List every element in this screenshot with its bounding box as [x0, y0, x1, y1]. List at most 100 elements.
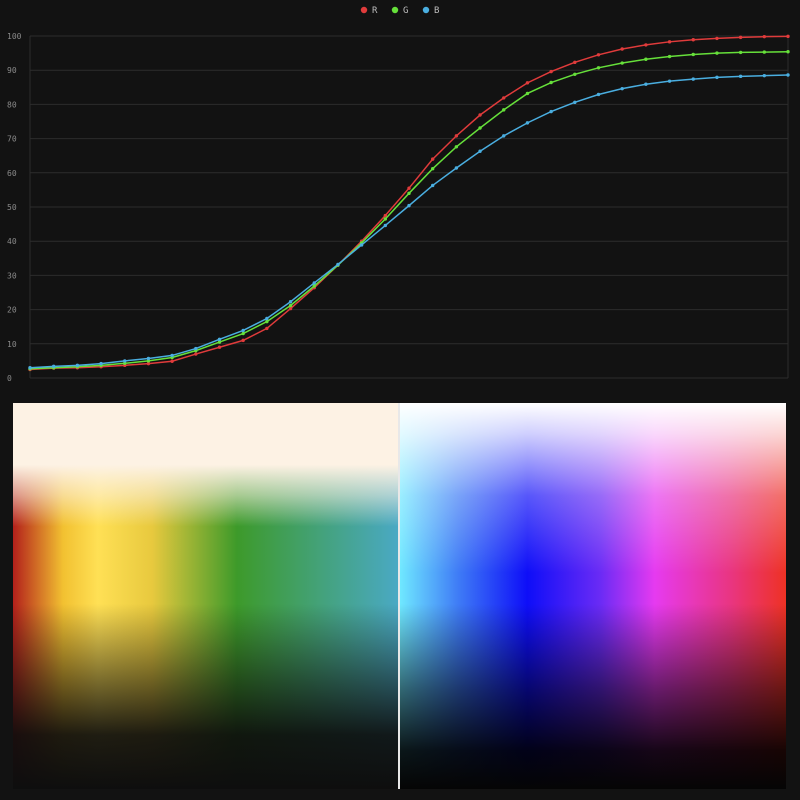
y-tick-label-100: 100 [7, 32, 22, 41]
data-point-b [265, 316, 269, 321]
legend-swatch-r [360, 6, 368, 14]
data-point-b [75, 363, 80, 368]
line-chart: R G B 0 10 20 30 40 50 60 70 80 90 100 [7, 6, 790, 383]
data-point-b [549, 109, 553, 114]
y-tick-label-50: 50 [7, 203, 17, 212]
data-point-g [407, 191, 411, 196]
data-point-g [738, 50, 743, 55]
data-point-b [51, 364, 56, 369]
data-point-r [241, 338, 245, 343]
data-point-b [123, 359, 127, 363]
gradient-map-left [13, 403, 399, 789]
data-point-g [288, 303, 293, 308]
series-line-b [29, 74, 789, 369]
data-point-b [786, 73, 790, 77]
data-point-g [667, 54, 672, 59]
data-point-b [620, 86, 624, 91]
data-point-g [573, 72, 577, 77]
data-point-b [644, 82, 648, 86]
data-point-g [715, 51, 719, 55]
data-point-r [217, 345, 222, 349]
y-tick-label-70: 70 [7, 135, 17, 144]
data-point-b [738, 74, 743, 79]
y-tick-label-20: 20 [7, 306, 17, 315]
data-point-g [430, 166, 435, 171]
data-point-b [312, 281, 316, 285]
data-point-r [644, 43, 648, 47]
data-point-g [644, 57, 648, 61]
data-point-b [667, 79, 672, 83]
data-point-r [502, 96, 506, 100]
data-point-g [691, 52, 695, 57]
data-point-b [383, 223, 388, 228]
legend-swatch-b [422, 6, 430, 14]
data-point-r [786, 34, 790, 39]
data-point-g [549, 80, 553, 85]
data-point-g [502, 108, 506, 112]
series-line-r [29, 35, 789, 371]
data-point-b [478, 149, 482, 153]
data-point-r [170, 359, 174, 363]
data-point-b [194, 346, 198, 351]
data-point-b [288, 300, 293, 304]
data-point-b [502, 134, 506, 138]
data-point-b [596, 92, 601, 97]
data-point-b [359, 243, 364, 247]
legend-swatch-g [391, 6, 399, 14]
data-point-r [738, 35, 743, 40]
chart-series [28, 34, 790, 372]
y-tick-label-0: 0 [7, 374, 12, 383]
data-point-b [241, 328, 245, 333]
legend-item-g[interactable]: G [391, 6, 409, 16]
y-tick-label-10: 10 [7, 340, 17, 349]
data-point-g [762, 50, 767, 54]
data-point-g [596, 66, 601, 70]
data-point-r [573, 60, 577, 65]
chart-legend[interactable]: RGB [360, 6, 440, 16]
data-point-b [430, 183, 435, 188]
data-point-r [478, 113, 482, 117]
data-point-g [478, 126, 482, 130]
data-point-r [667, 40, 672, 44]
data-point-g [620, 61, 624, 65]
legend-item-r[interactable]: R [360, 6, 378, 16]
y-tick-label-30: 30 [7, 271, 17, 280]
data-point-b [146, 356, 151, 361]
legend-item-b[interactable]: B [422, 6, 440, 16]
legend-label-b: B [434, 6, 439, 16]
data-point-b [525, 121, 530, 125]
data-point-b [407, 203, 411, 208]
data-point-r [407, 186, 411, 190]
data-point-b [454, 166, 459, 170]
data-point-b [217, 337, 222, 342]
data-point-r [454, 134, 459, 138]
data-point-r [620, 47, 624, 51]
legend-label-r: R [372, 6, 378, 16]
data-point-r [194, 352, 198, 356]
data-point-g [383, 217, 388, 221]
data-point-r [288, 306, 293, 311]
data-point-r [762, 34, 767, 39]
panel-divider [398, 403, 400, 789]
y-axis-ticks: 0 10 20 30 40 50 60 70 80 90 100 [7, 32, 22, 383]
data-point-g [241, 331, 245, 336]
data-point-g [525, 91, 530, 96]
data-point-r [691, 38, 695, 42]
data-point-b [170, 353, 174, 358]
data-point-b [715, 75, 719, 80]
data-point-r [265, 326, 269, 331]
data-point-r [596, 53, 601, 57]
data-point-b [99, 361, 103, 366]
legend-label-g: G [403, 6, 408, 16]
data-point-r [715, 36, 719, 41]
data-point-g [265, 319, 269, 324]
data-point-b [762, 73, 767, 78]
y-tick-label-80: 80 [7, 100, 17, 109]
data-point-b [336, 262, 340, 267]
gradient-map-right [400, 403, 786, 789]
series-line-g [29, 50, 789, 370]
data-point-b [573, 100, 577, 105]
y-tick-label-90: 90 [7, 66, 17, 75]
data-point-b [28, 366, 32, 370]
data-point-r [549, 69, 553, 74]
